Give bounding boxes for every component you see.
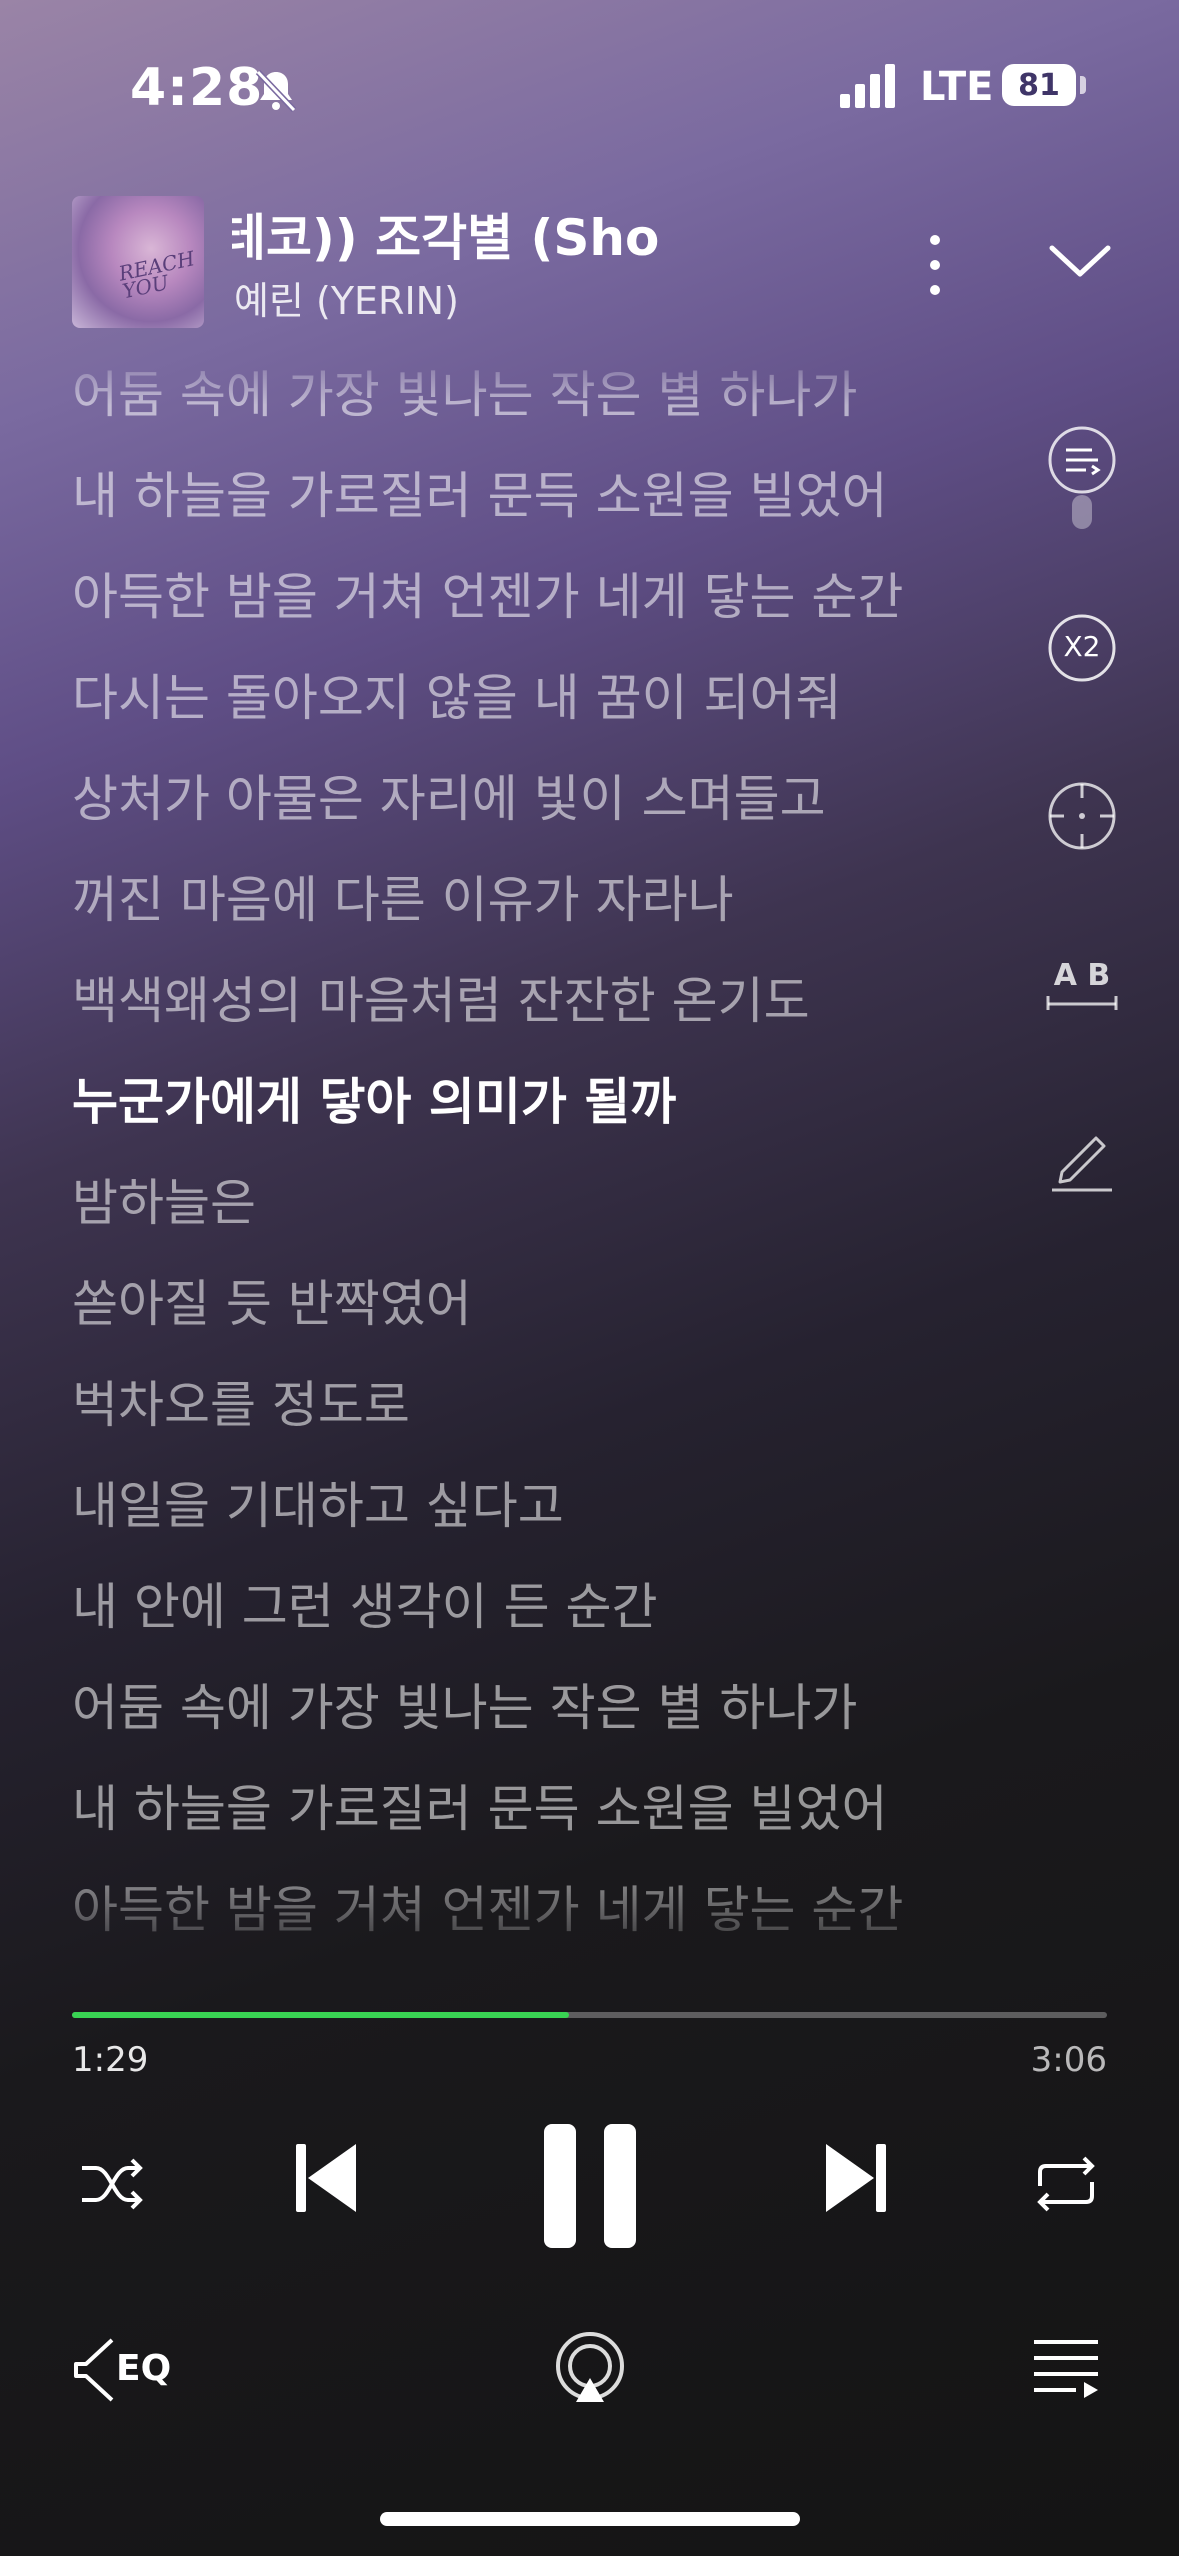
more-vertical-icon[interactable] (910, 220, 960, 310)
lyric-line[interactable]: 다시는 돌아오지 않을 내 꿈이 되어줘 (72, 1971, 841, 1975)
battery-tip (1080, 76, 1086, 94)
speed-button[interactable]: X2 (1042, 608, 1122, 688)
status-bar: 4:28 LTE 81 (0, 0, 1179, 170)
lyric-line[interactable]: 쏟아질 듯 반짝였어 (72, 1264, 472, 1336)
network-label: LTE (920, 64, 994, 110)
playback-controls (0, 2110, 1179, 2260)
airplay-icon[interactable] (548, 2326, 632, 2410)
lyrics-list[interactable]: 어둠 속에 가장 빛나는 작은 별 하나가내 하늘을 가로질러 문득 소원을 빌… (0, 345, 1040, 1975)
lyric-line[interactable]: 아득한 밤을 거쳐 언젠가 네게 닿는 순간 (72, 557, 903, 629)
chevron-down-icon[interactable] (1040, 220, 1120, 300)
signal-icon (840, 64, 895, 108)
equalizer-icon (74, 2338, 114, 2402)
lyric-line[interactable]: 아득한 밤을 거쳐 언젠가 네게 닿는 순간 (72, 1870, 903, 1942)
battery-indicator: 81 (1002, 64, 1076, 106)
equalizer-button[interactable]: EQ (72, 2330, 172, 2410)
progress-fill (72, 2012, 569, 2018)
shuffle-icon[interactable] (76, 2148, 148, 2220)
queue-icon[interactable] (1030, 2334, 1102, 2404)
lyric-line[interactable]: 내 안에 그런 생각이 든 순간 (72, 1567, 657, 1639)
lyric-line[interactable]: 꺼진 마음에 다른 이유가 자라나 (72, 860, 734, 932)
song-title: 테코)) 조각별 (Sho (232, 209, 660, 267)
time-total: 3:06 (1030, 2040, 1107, 2080)
translate-icon (1046, 996, 1118, 1010)
lyric-line[interactable]: 내일을 기대하고 싶다고 (72, 1466, 564, 1538)
lyric-line-active[interactable]: 누군가에게 닿아 의미가 될까 (72, 1062, 676, 1134)
pause-icon[interactable] (544, 2124, 636, 2248)
album-art-text: REACH YOU (116, 246, 197, 304)
album-art[interactable]: REACH YOU (72, 196, 204, 328)
lyric-line[interactable]: 내 하늘을 가로질러 문득 소원을 빌었어 (72, 456, 887, 528)
eq-label: EQ (116, 2348, 172, 2389)
artist-name[interactable]: 예린 (YERIN) (234, 270, 459, 325)
translate-button[interactable]: A B (1042, 950, 1122, 1030)
next-icon[interactable] (820, 2140, 892, 2216)
time-elapsed: 1:29 (72, 2040, 149, 2080)
previous-icon[interactable] (290, 2140, 362, 2216)
lyrics-tools: X2 A B (1030, 420, 1150, 1220)
lyric-line[interactable]: 내 하늘을 가로질러 문득 소원을 빌었어 (72, 1769, 887, 1841)
lyrics-scroll-icon[interactable] (1042, 420, 1122, 530)
lyric-line[interactable]: 어둠 속에 가장 빛나는 작은 별 하나가 (72, 355, 857, 427)
highlight-pen-icon[interactable] (1042, 1120, 1122, 1200)
song-title-marquee: 테코)) 조각별 (Sho (232, 198, 832, 268)
repeat-icon[interactable] (1030, 2148, 1102, 2220)
progress-bar[interactable] (72, 2012, 1107, 2018)
lyric-line[interactable]: 어둠 속에 가장 빛나는 작은 별 하나가 (72, 1668, 857, 1740)
lyric-line[interactable]: 상처가 아물은 자리에 빛이 스며들고 (72, 759, 826, 831)
lyric-line[interactable]: 다시는 돌아오지 않을 내 꿈이 되어줘 (72, 658, 841, 730)
lyric-line[interactable]: 밤하늘은 (72, 1163, 256, 1235)
locate-icon[interactable] (1042, 776, 1122, 856)
bottom-toolbar: EQ (0, 2320, 1179, 2440)
status-time: 4:28 (130, 58, 264, 118)
player-header: REACH YOU 테코)) 조각별 (Sho 예린 (YERIN) (0, 190, 1179, 340)
bell-slash-icon (255, 69, 297, 113)
speed-label: X2 (1063, 630, 1101, 663)
lyric-line[interactable]: 백색왜성의 마음처럼 잔잔한 온기도 (72, 961, 810, 1033)
home-indicator[interactable] (380, 2512, 800, 2526)
lyric-line[interactable]: 벅차오를 정도로 (72, 1365, 410, 1437)
